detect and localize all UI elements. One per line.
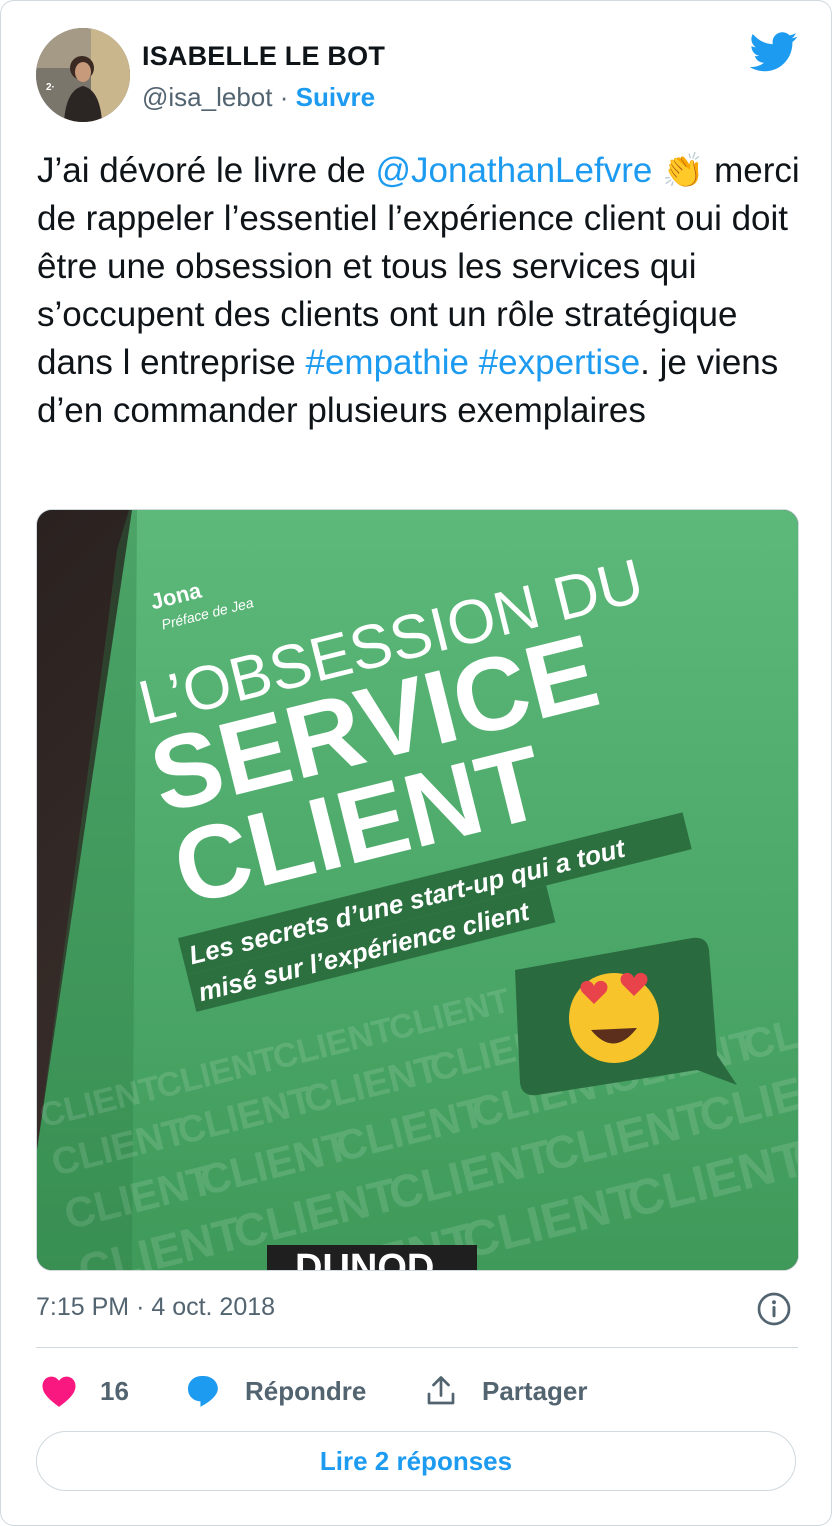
- tweet-card: 2· ISABELLE LE BOT @isa_lebot · Suivre J…: [0, 0, 832, 1526]
- reply-action[interactable]: Répondre: [185, 1371, 366, 1411]
- author-handle[interactable]: @isa_lebot: [142, 82, 272, 112]
- tweet-text: J’ai dévoré le livre de @JonathanLefvre …: [37, 147, 807, 435]
- svg-text:2·: 2·: [46, 82, 55, 93]
- tweet-date: 4 oct. 2018: [151, 1293, 276, 1321]
- reply-label: Répondre: [245, 1375, 367, 1406]
- divider: [36, 1347, 798, 1348]
- info-icon[interactable]: [756, 1291, 792, 1327]
- mention-link[interactable]: @JonathanLefvre: [376, 151, 653, 190]
- share-label: Partager: [482, 1375, 588, 1406]
- tweet-timestamp[interactable]: 7:15 PM · 4 oct. 2018: [36, 1293, 275, 1322]
- heart-icon: [42, 1376, 76, 1407]
- twitter-bird-icon[interactable]: [750, 31, 798, 73]
- read-replies-button[interactable]: Lire 2 réponses: [36, 1431, 796, 1491]
- clap-emoji-icon: 👏: [662, 152, 705, 190]
- author-name[interactable]: ISABELLE LE BOT: [142, 41, 385, 72]
- hashtag-expertise-link[interactable]: #expertise: [479, 343, 640, 382]
- tweet-time: 7:15 PM: [36, 1293, 130, 1321]
- share-action[interactable]: Partager: [423, 1371, 588, 1411]
- hashtag-empathie-link[interactable]: #empathie: [305, 343, 468, 382]
- like-action[interactable]: 16: [41, 1371, 129, 1411]
- tweet-text-part-1: J’ai dévoré le livre de: [37, 151, 376, 190]
- like-count: 16: [100, 1375, 129, 1406]
- meta-separator: ·: [136, 1293, 145, 1321]
- avatar[interactable]: 2·: [36, 28, 130, 122]
- reply-bubble-icon: [188, 1376, 218, 1407]
- publisher-text: DUNOD: [295, 1247, 434, 1270]
- book-cover-image: CLIENT CLIENT CLIENT CLIENT CLIENT CLIEN…: [37, 510, 798, 1270]
- separator-dot: ·: [279, 82, 289, 112]
- share-icon: [427, 1376, 455, 1405]
- follow-button[interactable]: Suivre: [296, 82, 376, 112]
- tweet-photo[interactable]: CLIENT CLIENT CLIENT CLIENT CLIENT CLIEN…: [36, 509, 799, 1271]
- author-handle-row: @isa_lebot · Suivre: [142, 82, 375, 113]
- text-space: [469, 343, 479, 382]
